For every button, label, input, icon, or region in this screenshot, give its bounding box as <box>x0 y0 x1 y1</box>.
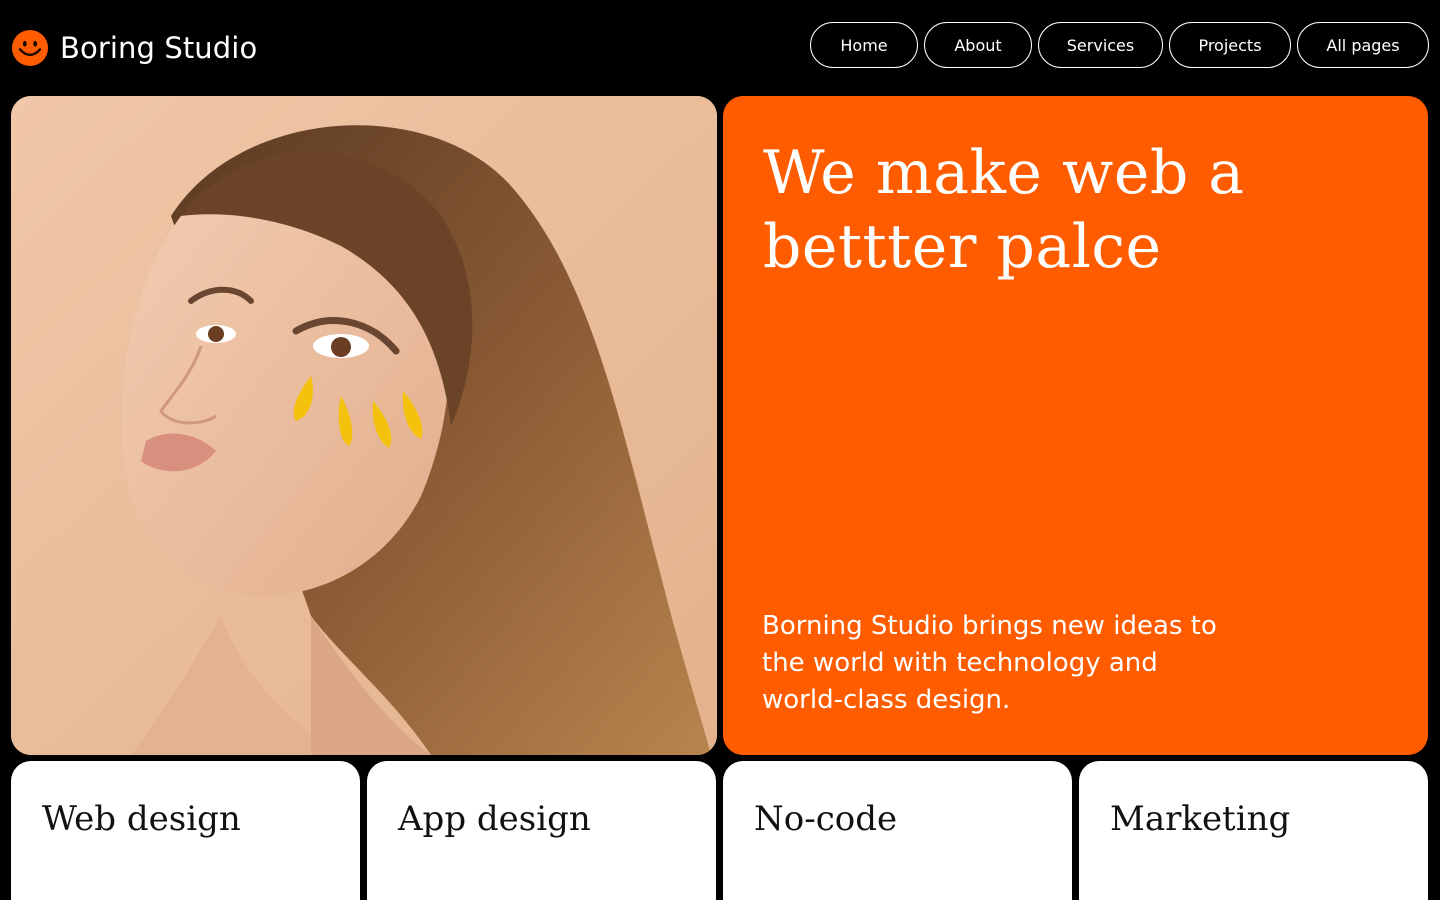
brand-name: Boring Studio <box>60 31 258 65</box>
service-title: Marketing <box>1110 799 1291 839</box>
smiley-face-icon <box>11 29 49 67</box>
page: Boring Studio Home About Services Projec… <box>0 0 1440 900</box>
hero-card: We make web a bettter palce Borning Stud… <box>723 96 1428 755</box>
service-card-no-code[interactable]: No-code <box>723 761 1072 900</box>
nav-services-button[interactable]: Services <box>1038 22 1163 68</box>
hero-portrait-image <box>11 96 717 755</box>
site-header: Boring Studio Home About Services Projec… <box>0 0 1440 96</box>
service-card-marketing[interactable]: Marketing <box>1079 761 1428 900</box>
nav-about-button[interactable]: About <box>924 22 1032 68</box>
nav-all-pages-button[interactable]: All pages <box>1297 22 1429 68</box>
service-title: No-code <box>754 799 898 839</box>
service-title: Web design <box>42 799 241 839</box>
hero-description: Borning Studio brings new ideas to the w… <box>762 611 1217 715</box>
hero-headline: We make web a bettter palce <box>763 138 1245 282</box>
nav-home-button[interactable]: Home <box>810 22 918 68</box>
service-card-web-design[interactable]: Web design <box>11 761 360 900</box>
service-title: App design <box>398 799 591 839</box>
service-card-app-design[interactable]: App design <box>367 761 716 900</box>
portrait-illustration <box>11 96 717 755</box>
nav-projects-button[interactable]: Projects <box>1169 22 1291 68</box>
main-nav: Home About Services Projects All pages <box>810 22 1429 68</box>
brand-link[interactable]: Boring Studio <box>11 28 257 68</box>
